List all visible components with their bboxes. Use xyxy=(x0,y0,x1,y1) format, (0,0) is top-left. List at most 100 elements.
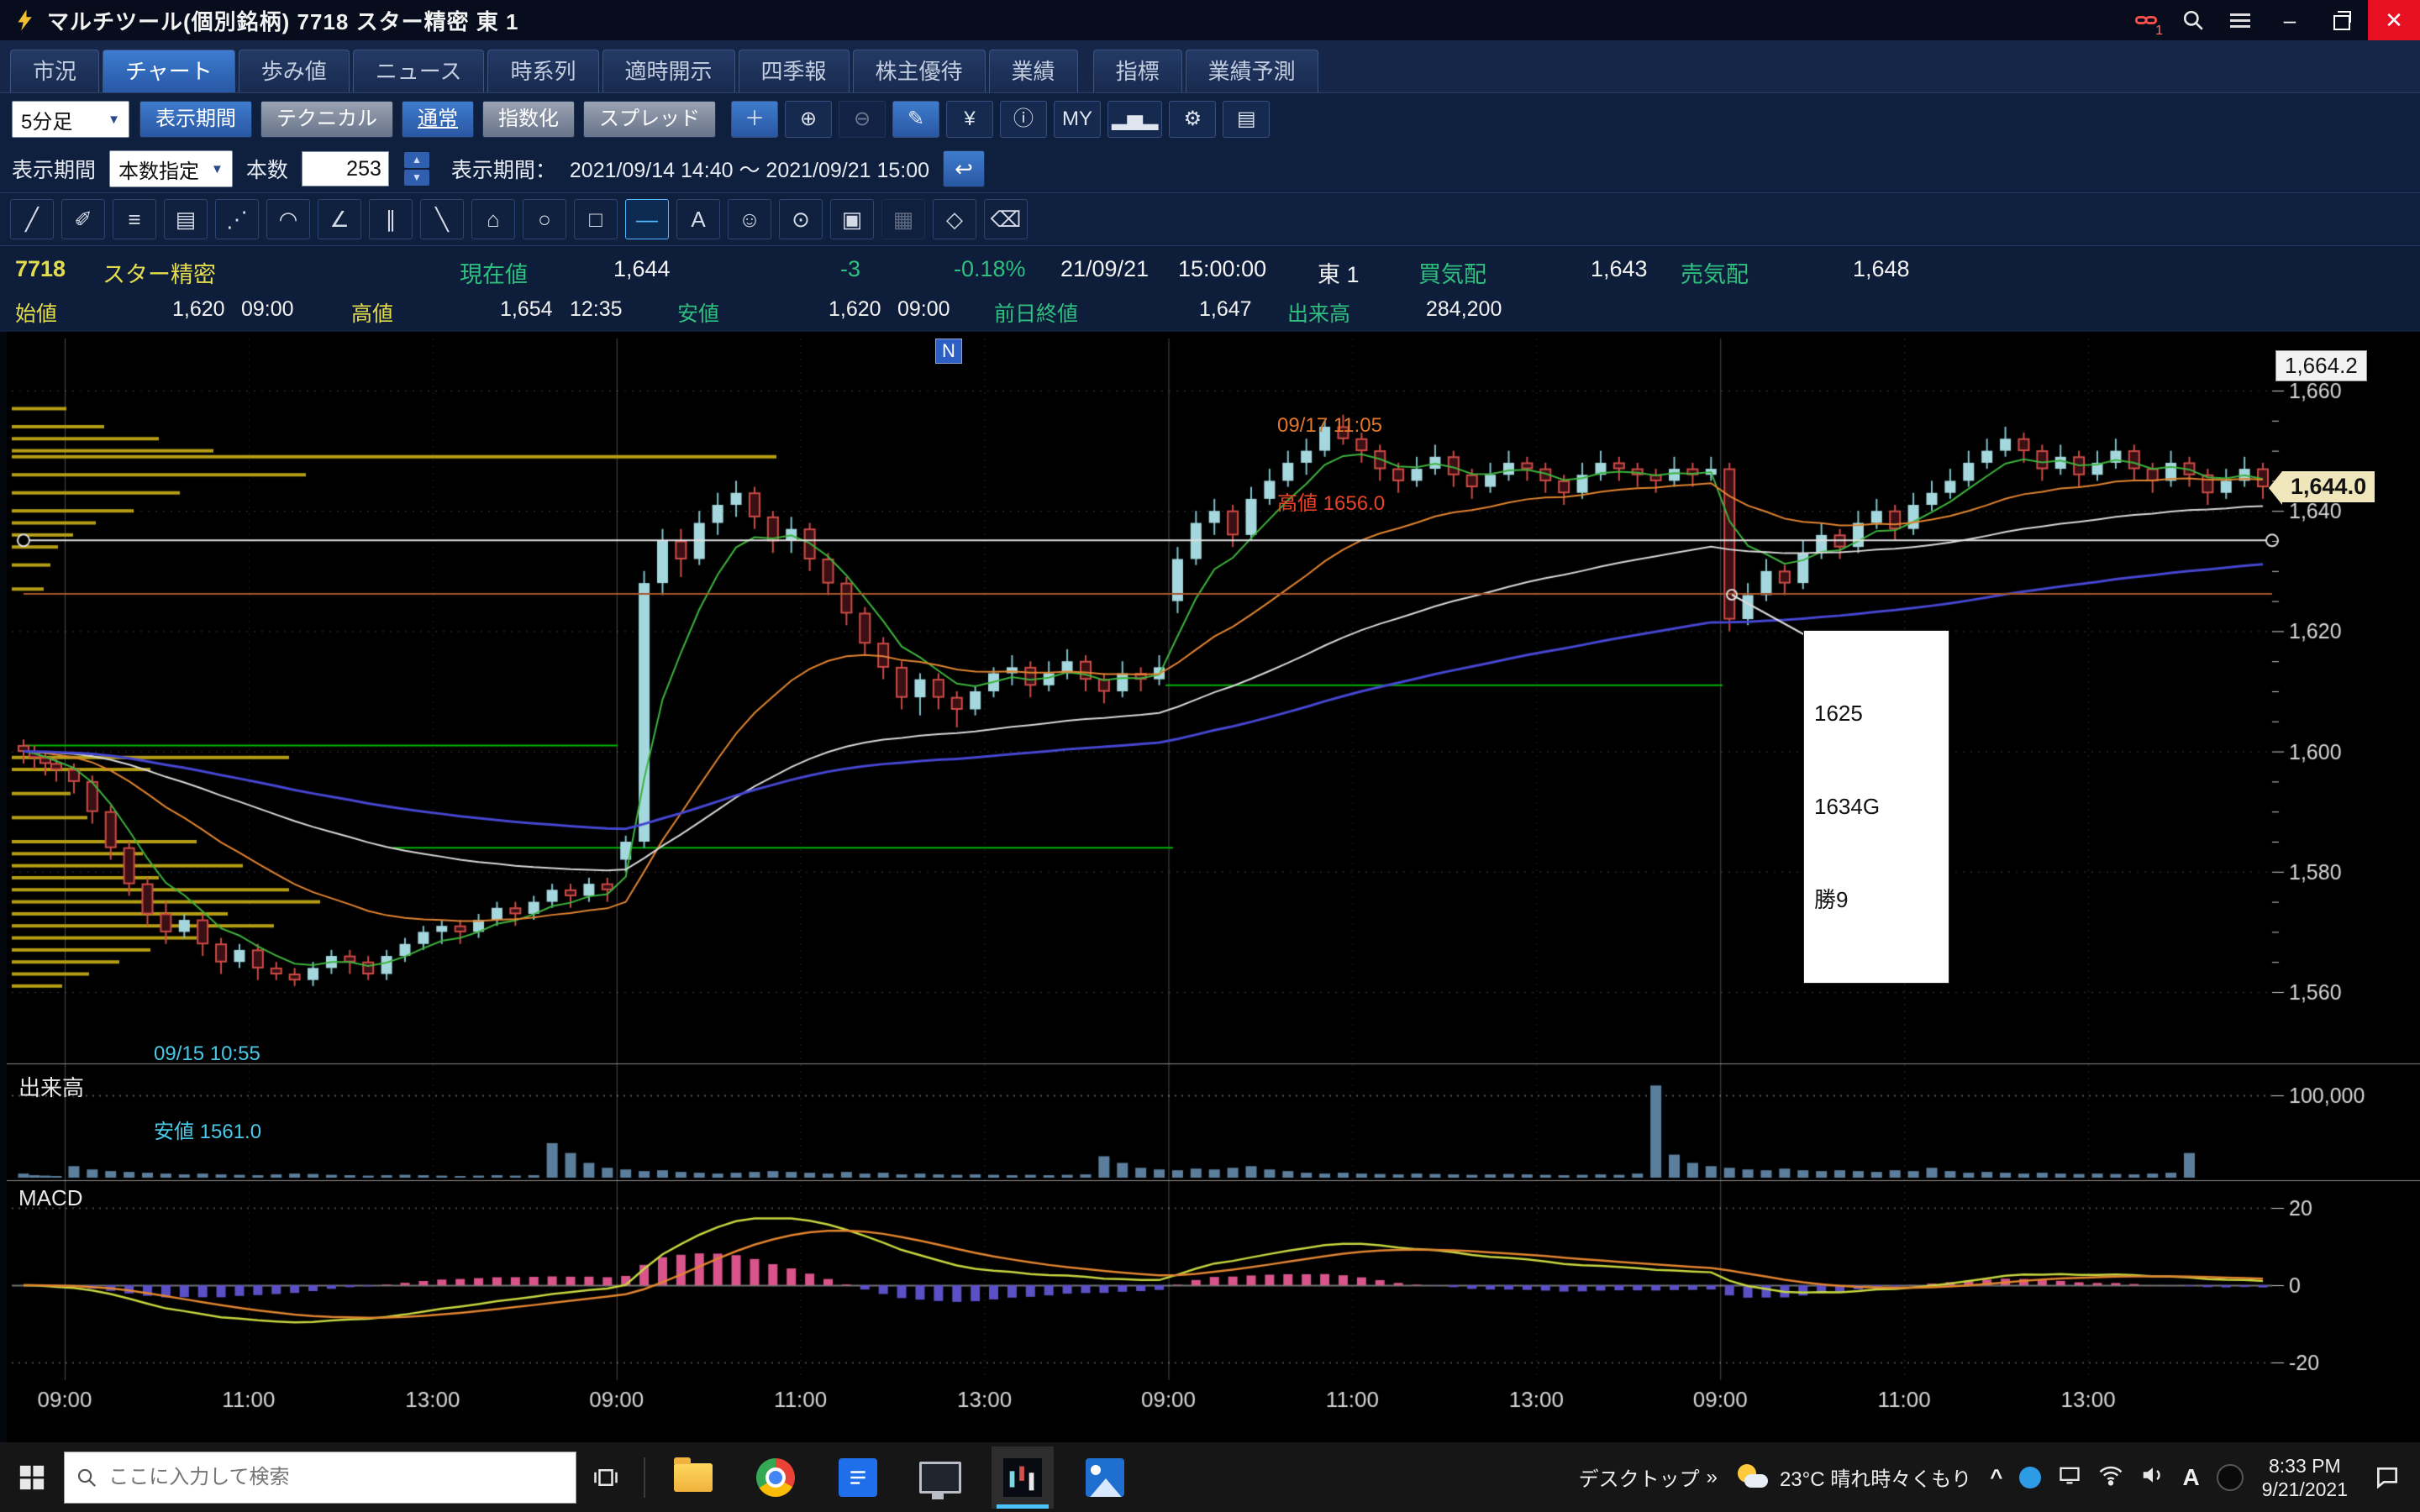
tool-arc[interactable]: ◠ xyxy=(266,199,310,239)
tab-market[interactable]: 市況 xyxy=(10,50,99,92)
explorer-app-icon[interactable] xyxy=(662,1446,724,1509)
desktop-toolbar[interactable]: デスクトップ » xyxy=(1579,1462,1718,1492)
tool-vlines[interactable]: ∥ xyxy=(369,199,413,239)
taskbar-search-input[interactable] xyxy=(107,1465,564,1490)
news-marker[interactable]: N xyxy=(935,339,962,364)
tab-news[interactable]: ニュース xyxy=(353,50,485,92)
clock-time: 8:33 PM xyxy=(2262,1454,2348,1478)
tool-parallel-lines[interactable]: ⋰ xyxy=(215,199,259,239)
app-logo-icon xyxy=(12,8,37,33)
chrome-app-icon[interactable] xyxy=(744,1446,807,1509)
print-button[interactable]: ▤ xyxy=(1223,101,1270,138)
taskbar-separator xyxy=(644,1457,645,1498)
close-button[interactable]: ✕ xyxy=(2368,0,2420,40)
normal-mode-button[interactable]: 通常 xyxy=(402,101,474,138)
yen-button[interactable]: ¥ xyxy=(946,101,993,138)
bid-price: 1,643 xyxy=(1591,256,1648,282)
windows-taskbar: デスクトップ » 23°C 晴れ時々くもり ^ xyxy=(0,1442,2420,1512)
quote-row: 7718 スター精密 現在値 1,644 -3 -0.18% 21/09/21 … xyxy=(0,246,2420,292)
taskbar-search[interactable] xyxy=(64,1452,576,1504)
tool-hline-segment[interactable]: — xyxy=(625,199,669,239)
tool-icon-stamp[interactable]: ☺ xyxy=(728,199,771,239)
tool-eraser[interactable]: ◇ xyxy=(933,199,976,239)
tab-disclosure[interactable]: 適時開示 xyxy=(602,50,735,92)
taskbar-clock[interactable]: 8:33 PM 9/21/2021 xyxy=(2262,1454,2348,1501)
volume-icon[interactable] xyxy=(2140,1462,2165,1492)
titlebar-controls: 1 – ✕ xyxy=(2123,0,2420,40)
tool-pattern[interactable]: ▦ xyxy=(881,199,925,239)
tool-trendline[interactable]: ╱ xyxy=(10,199,54,239)
tool-hlines[interactable]: ≡ xyxy=(113,199,156,239)
tab-bar: 市況チャート歩み値ニュース時系列適時開示四季報株主優待業績指標業績予測 xyxy=(0,40,2420,93)
tool-grid-lines[interactable]: ▤ xyxy=(164,199,208,239)
notification-center-icon[interactable] xyxy=(2366,1464,2408,1491)
timeframe-select[interactable]: 5分足 ▼ xyxy=(12,101,129,138)
wifi-icon[interactable] xyxy=(2098,1462,2123,1492)
task-view-button[interactable] xyxy=(576,1442,635,1512)
quote-date: 21/09/21 xyxy=(1060,256,1149,282)
open-time: 09:00 xyxy=(241,297,294,322)
mountain-chart-button[interactable]: ▂▅▂ xyxy=(1107,101,1162,138)
tab-ticks[interactable]: 歩み値 xyxy=(239,50,350,92)
tab-shikiho[interactable]: 四季報 xyxy=(739,50,850,92)
weather-widget[interactable]: 23°C 晴れ時々くもり xyxy=(1736,1462,1971,1492)
info-button[interactable]: ⓘ xyxy=(1000,101,1047,138)
tool-copy[interactable]: ▣ xyxy=(830,199,874,239)
tab-forecast[interactable]: 業績予測 xyxy=(1186,50,1318,92)
tool-clear[interactable]: ⌫ xyxy=(984,199,1028,239)
maximize-button[interactable] xyxy=(2316,0,2368,40)
technical-button[interactable]: テクニカル xyxy=(260,101,393,138)
ime-mode-indicator[interactable]: A xyxy=(2182,1464,2199,1491)
tool-circle[interactable]: ○ xyxy=(523,199,566,239)
photos-app-icon[interactable] xyxy=(1074,1446,1136,1509)
system-tray: ^ A xyxy=(1990,1462,2243,1492)
tray-display-icon[interactable] xyxy=(2058,1463,2081,1491)
count-spinner[interactable]: ▲ ▼ xyxy=(404,152,429,186)
tab-chart[interactable]: チャート xyxy=(103,50,235,92)
blue-app-icon[interactable] xyxy=(827,1446,889,1509)
link-icon[interactable]: 1 xyxy=(2123,0,2170,40)
tab-indicators[interactable]: 指標 xyxy=(1093,50,1182,92)
remote-desktop-app-icon[interactable] xyxy=(909,1446,971,1509)
tool-polygon[interactable]: ⌂ xyxy=(471,199,515,239)
tray-app-icon[interactable] xyxy=(2019,1467,2041,1488)
display-period-button[interactable]: 表示期間 xyxy=(139,101,252,138)
my-chart-button[interactable]: MY xyxy=(1054,101,1101,138)
trading-app-icon[interactable] xyxy=(992,1446,1054,1509)
menu-icon[interactable] xyxy=(2217,0,2264,40)
draw-button[interactable]: ✎ xyxy=(892,101,939,138)
tab-earnings[interactable]: 業績 xyxy=(989,50,1078,92)
drawing-toolbar: ╱✐≡▤⋰◠∠∥╲⌂○□—A☺⊙▣▦◇⌫ xyxy=(0,192,2420,246)
spinner-down-icon[interactable]: ▼ xyxy=(404,170,429,186)
tab-benefits[interactable]: 株主優待 xyxy=(853,50,986,92)
zoom-out-button[interactable]: ⊖ xyxy=(839,101,886,138)
price-chart-canvas[interactable] xyxy=(0,332,2420,1442)
tool-text[interactable]: A xyxy=(676,199,720,239)
minimize-button[interactable]: – xyxy=(2264,0,2316,40)
start-button[interactable] xyxy=(0,1442,64,1512)
indexize-button[interactable]: 指数化 xyxy=(482,101,575,138)
add-button[interactable]: ＋ xyxy=(731,101,778,138)
tray-expand-icon[interactable]: ^ xyxy=(1990,1464,2002,1490)
tab-timeseries[interactable]: 時系列 xyxy=(487,50,598,92)
restore-icon xyxy=(2333,15,2350,30)
settings-button[interactable]: ⚙ xyxy=(1169,101,1216,138)
low-annotation: 09/15 10:55 安値 1561.0 xyxy=(154,989,261,1197)
current-price-tag: 1,644.0 xyxy=(2282,471,2375,502)
tool-rect[interactable]: □ xyxy=(574,199,618,239)
chevron-down-icon: ▼ xyxy=(211,162,224,176)
high-time: 12:35 xyxy=(570,297,623,322)
ime-kana-icon[interactable] xyxy=(2217,1464,2244,1491)
tool-ray[interactable]: ╲ xyxy=(420,199,464,239)
tool-stamp[interactable]: ⊙ xyxy=(779,199,823,239)
tool-angle[interactable]: ∠ xyxy=(318,199,361,239)
stock-name: スター精密 xyxy=(103,256,216,289)
tool-pen[interactable]: ✐ xyxy=(61,199,105,239)
spinner-up-icon[interactable]: ▲ xyxy=(404,152,429,168)
spread-button[interactable]: スプレッド xyxy=(583,101,716,138)
zoom-in-button[interactable]: ⊕ xyxy=(785,101,832,138)
bar-count-input[interactable] xyxy=(302,151,389,186)
reset-period-button[interactable]: ↩ xyxy=(943,150,985,187)
period-mode-select[interactable]: 本数指定 ▼ xyxy=(109,150,233,187)
search-icon[interactable] xyxy=(2170,0,2217,40)
